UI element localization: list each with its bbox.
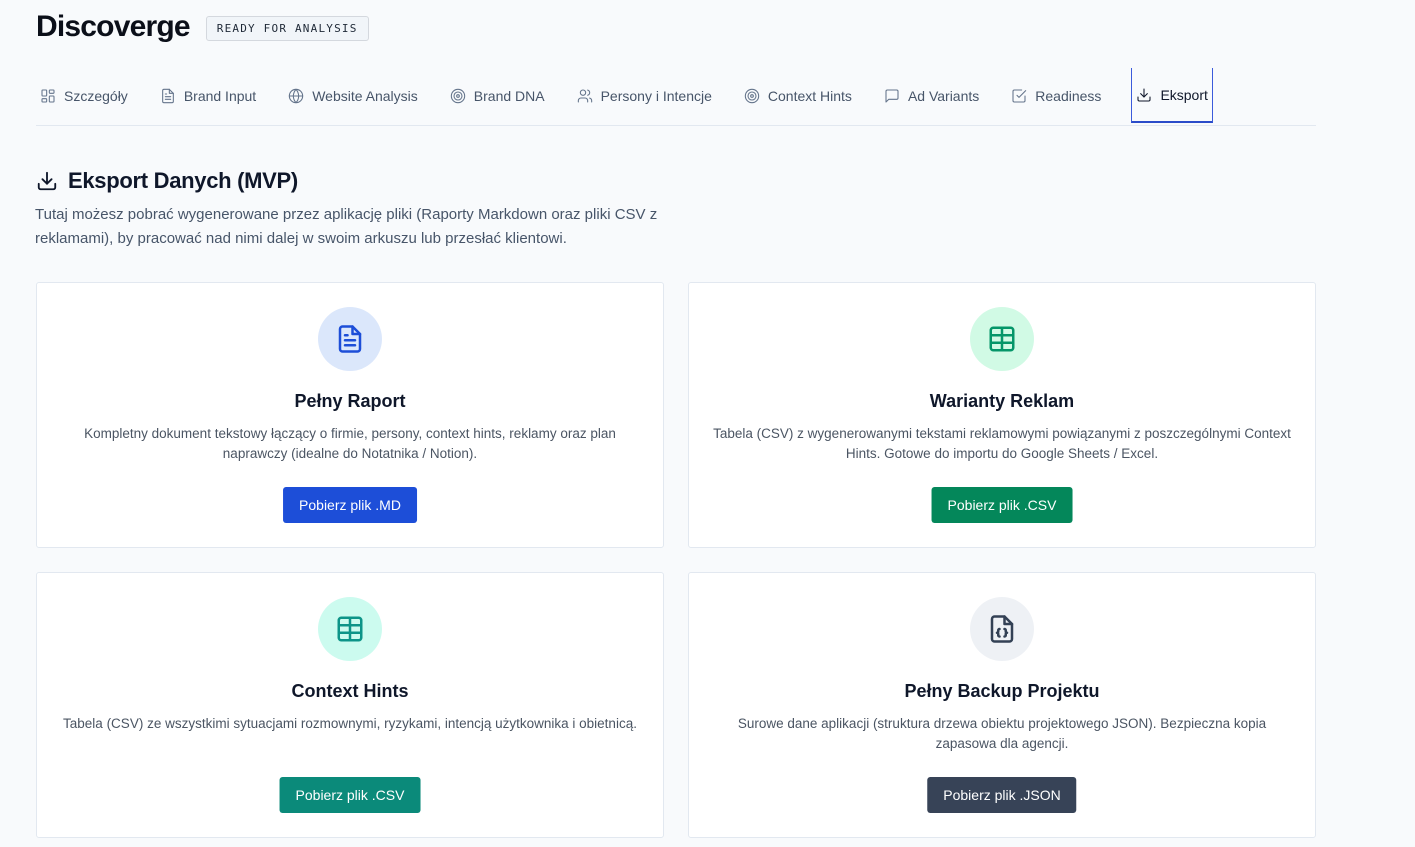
tab-context-hints[interactable]: Context Hints: [740, 68, 868, 123]
card-description: Kompletny dokument tekstowy łączący o fi…: [84, 426, 616, 461]
status-badge: READY FOR ANALYSIS: [205, 15, 369, 41]
app-title: Discoverge: [36, 10, 191, 43]
download-csv-button[interactable]: Pobierz plik .CSV: [931, 487, 1073, 523]
card-title: Pełny Raport: [294, 391, 406, 411]
card-description: Tabela (CSV) z wygenerowanymi tekstami r…: [713, 426, 1291, 461]
tab-label: Persony i Intencje: [600, 87, 712, 104]
tab-label: Ad Variants: [907, 87, 980, 104]
card-icon-wrapper: [318, 597, 382, 661]
card-icon-wrapper: [318, 307, 382, 371]
table-icon: [989, 326, 1015, 352]
app-header: Discoverge READY FOR ANALYSIS: [36, 10, 369, 44]
tab-ad-variants[interactable]: Ad Variants: [880, 68, 995, 123]
tab-persony[interactable]: Persony i Intencje: [573, 68, 728, 123]
tab-eksport[interactable]: Eksport: [1131, 68, 1213, 123]
section-header: Eksport Danych (MVP): [36, 168, 298, 194]
download-csv-button[interactable]: Pobierz plik .CSV: [279, 777, 421, 813]
tab-brand-input[interactable]: Brand Input: [156, 68, 272, 123]
check-square-icon: [1012, 88, 1027, 103]
users-icon: [577, 88, 592, 103]
card-icon-wrapper: [970, 307, 1034, 371]
tab-readiness[interactable]: Readiness: [1007, 68, 1117, 123]
card-title: Context Hints: [291, 681, 409, 701]
card-title: Pełny Backup Projektu: [904, 681, 1100, 701]
tab-label: Eksport: [1160, 86, 1208, 103]
export-card-context-hints: Context Hints Tabela (CSV) ze wszystkimi…: [36, 572, 664, 838]
download-icon: [37, 171, 57, 191]
layout-grid-icon: [41, 88, 55, 103]
tab-label: Szczegóły: [64, 87, 128, 104]
export-card-ad-variants: Warianty Reklam Tabela (CSV) z wygenerow…: [688, 282, 1316, 548]
tab-label: Readiness: [1035, 87, 1102, 104]
download-icon: [1137, 87, 1151, 102]
message-square-icon: [885, 88, 899, 103]
tab-label: Brand DNA: [473, 87, 545, 104]
download-json-button[interactable]: Pobierz plik .JSON: [927, 777, 1077, 813]
export-card-report: Pełny Raport Kompletny dokument tekstowy…: [36, 282, 664, 548]
tab-bar: Szczegóły Brand Input Website Analysis B…: [36, 68, 1316, 126]
file-text-icon: [161, 88, 174, 103]
target-icon: [450, 88, 465, 103]
tab-website-analysis[interactable]: Website Analysis: [284, 68, 434, 123]
download-md-button[interactable]: Pobierz plik .MD: [283, 487, 417, 523]
card-description: Surowe dane aplikacji (struktura drzewa …: [737, 716, 1267, 751]
file-json-icon: [990, 615, 1014, 643]
tab-label: Context Hints: [767, 87, 852, 104]
tab-label: Brand Input: [183, 87, 257, 104]
section-title: Eksport Danych (MVP): [68, 168, 298, 193]
file-text-icon: [338, 325, 362, 353]
card-description: Tabela (CSV) ze wszystkimi sytuacjami ro…: [63, 716, 637, 731]
tab-szczegoly[interactable]: Szczegóły: [36, 68, 144, 123]
section-description: Tutaj możesz pobrać wygenerowane przez a…: [35, 206, 658, 247]
card-icon-wrapper: [970, 597, 1034, 661]
tab-label: Website Analysis: [312, 87, 418, 104]
export-card-backup: Pełny Backup Projektu Surowe dane aplika…: [688, 572, 1316, 838]
tab-brand-dna[interactable]: Brand DNA: [446, 68, 561, 123]
target-icon: [744, 88, 760, 103]
card-title: Warianty Reklam: [929, 391, 1075, 411]
table-icon: [337, 616, 363, 642]
globe-icon: [289, 88, 304, 103]
